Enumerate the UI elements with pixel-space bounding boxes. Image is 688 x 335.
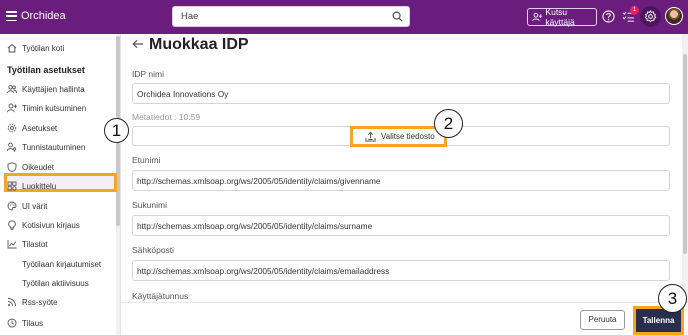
sidebar-item-permissions[interactable]: Oikeudet [0,158,116,176]
sidebar-item-label: Tunnistautuminen [22,142,86,152]
sidebar-item-label: Luokittelu [22,181,57,191]
main-content: Muokkaa IDP IDP nimi Orchidea Innovation… [121,34,688,302]
sidebar-item-workspace-logins[interactable]: Työtilaan kirjautumiset [0,255,116,273]
main-scrollbar[interactable] [682,34,688,302]
sidebar-item-ui-colors[interactable]: UI värit [0,197,116,215]
sidebar-item-settings[interactable]: Asetukset [0,119,116,137]
page-title: Muokkaa IDP [149,36,249,53]
home-icon [7,43,17,53]
step-marker-2: 2 [434,109,463,138]
username-label: Käyttäjätunnus [132,291,189,301]
sidebar-item-homepage-entry[interactable]: Kotisivun kirjaus [0,216,116,234]
first-name-label: Etunimi [132,155,161,165]
palette-icon [7,201,17,211]
sidebar-section-heading: Työtilan asetukset [7,65,85,75]
invite-user-label: Kutsu käyttäjä [545,7,575,27]
last-name-input[interactable]: http://schemas.xmlsoap.org/ws/2005/05/id… [132,215,670,236]
last-name-label: Sukunimi [132,200,167,210]
notification-badge: 1 [630,6,639,15]
email-value: http://schemas.xmlsoap.org/ws/2005/05/id… [137,266,390,276]
sidebar-item-label: Tilaus [22,318,44,328]
step-marker-1: 1 [104,118,129,143]
sidebar-item-label: Asetukset [22,123,58,133]
sidebar-item-categorization[interactable]: Luokittelu [0,177,116,195]
sidebar-item-label: Työtilan koti [22,43,65,53]
choose-file-button[interactable]: Valitse tiedosto [350,126,447,147]
sidebar-item-subscription[interactable]: Tilaus [0,314,116,332]
rss-icon [7,297,17,307]
user-key-icon [7,142,17,152]
idp-name-value: Orchidea Innovations Oy [137,89,229,99]
last-name-value: http://schemas.xmlsoap.org/ws/2005/05/id… [137,221,373,231]
sidebar-item-user-management[interactable]: Käyttäjien hallinta [0,80,116,98]
sidebar-item-rss-feed[interactable]: Rss-syöte [0,293,116,311]
settings-button[interactable] [640,6,661,27]
metadata-label: Metatiedot : 10:59 [132,112,201,122]
clock-icon [7,318,17,328]
first-name-value: http://schemas.xmlsoap.org/ws/2005/05/id… [137,176,381,186]
choose-file-label: Valitse tiedosto [381,132,435,141]
sidebar-item-team-invite[interactable]: Tiimin kutsuminen [0,99,116,117]
sidebar-item-authentication[interactable]: Tunnistautuminen [0,138,116,156]
sidebar-item-label: Käyttäjien hallinta [22,84,85,94]
idp-name-label: IDP nimi [132,69,164,79]
cancel-button[interactable]: Peruuta [580,310,625,330]
chart-icon [7,239,17,249]
shield-icon [7,162,17,172]
menu-icon[interactable] [6,11,17,21]
search-input[interactable]: Hae [172,6,410,27]
gear-icon [644,10,657,23]
sidebar-item-label: Työtilan aktiivisuus [22,278,89,288]
first-name-input[interactable]: http://schemas.xmlsoap.org/ws/2005/05/id… [132,170,670,191]
users-icon [7,84,17,94]
sidebar-item-label: Oikeudet [22,162,55,172]
search-icon[interactable] [392,11,403,22]
top-bar: Orchidea Hae Kutsu käyttäjä 1 [0,0,688,34]
bulb-icon [7,220,17,230]
sidebar-item-statistics[interactable]: Tilastot [0,235,116,253]
gear-icon [7,123,17,133]
sidebar-item-workspace-home[interactable]: Työtilan koti [0,39,116,57]
email-label: Sähköposti [132,245,175,255]
sidebar-item-label: Työtilaan kirjautumiset [22,259,102,269]
step-marker-3: 3 [658,284,687,313]
add-user-icon [532,12,543,22]
form-footer: Peruuta Tallenna [121,302,688,335]
upload-icon [365,131,376,142]
brand-name[interactable]: Orchidea [21,10,66,22]
sidebar-item-label: Tiimin kutsuminen [22,103,87,113]
user-avatar[interactable] [665,7,683,25]
idp-name-input[interactable]: Orchidea Innovations Oy [132,83,670,104]
invite-user-button[interactable]: Kutsu käyttäjä [527,7,597,27]
sidebar: Työtilan koti Työtilan asetukset Käyttäj… [0,34,121,335]
email-input[interactable]: http://schemas.xmlsoap.org/ws/2005/05/id… [132,260,670,281]
search-placeholder: Hae [181,11,199,22]
sidebar-item-label: Kotisivun kirjaus [22,220,80,230]
sidebar-item-label: UI värit [22,201,48,211]
sidebar-item-label: Rss-syöte [22,297,58,307]
add-user-icon [7,103,17,113]
sidebar-item-workspace-activity[interactable]: Työtilan aktiivisuus [0,274,116,292]
help-icon[interactable] [602,10,615,23]
back-arrow-icon[interactable] [132,39,144,49]
app-window: Orchidea Hae Kutsu käyttäjä 1 Työtilan k… [0,0,688,335]
sidebar-item-label: Tilastot [22,239,48,249]
category-icon [7,181,17,191]
